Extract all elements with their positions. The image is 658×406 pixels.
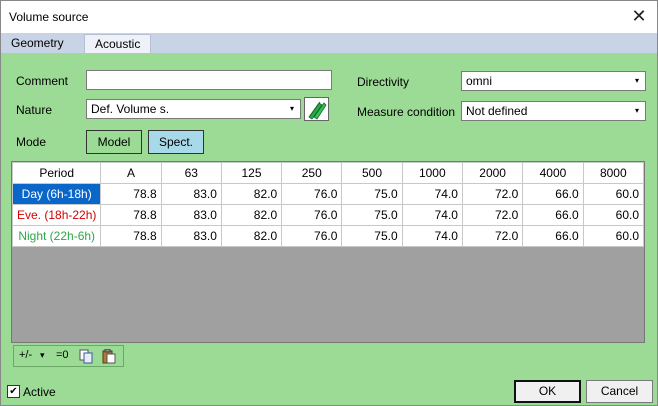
paste-icon[interactable] <box>102 349 116 364</box>
dropdown-arrow-icon[interactable]: ▾ <box>284 100 300 118</box>
value-cell[interactable]: 66.0 <box>522 204 584 226</box>
grid-toolbar: +/- ▾ =0 <box>13 345 124 367</box>
table-row: Eve. (18h-22h) 78.8 83.0 82.0 76.0 75.0 … <box>11 204 645 226</box>
close-icon[interactable]: ✕ <box>629 6 649 26</box>
value-cell[interactable]: 78.8 <box>100 225 162 247</box>
measure-condition-value: Not defined <box>466 104 528 118</box>
column-header[interactable]: 500 <box>341 162 403 184</box>
value-cell[interactable]: 74.0 <box>401 204 463 226</box>
tab-bar: Geometry Acoustic <box>1 33 657 53</box>
measure-condition-select[interactable]: Not defined ▾ <box>461 101 646 121</box>
column-header[interactable]: 2000 <box>461 162 524 184</box>
period-cell-night[interactable]: Night (22h-6h) <box>11 225 102 247</box>
volume-source-dialog: Volume source ✕ Geometry Acoustic Commen… <box>0 0 658 406</box>
value-cell[interactable]: 72.0 <box>461 183 524 205</box>
table-row: Night (22h-6h) 78.8 83.0 82.0 76.0 75.0 … <box>11 225 645 247</box>
nature-edit-button[interactable] <box>304 97 329 121</box>
tab-acoustic[interactable]: Acoustic <box>84 34 152 53</box>
mode-spect-button[interactable]: Spect. <box>148 130 204 154</box>
value-cell[interactable]: 82.0 <box>220 225 283 247</box>
tab-geometry[interactable]: Geometry <box>1 34 74 53</box>
dropdown-arrow-icon[interactable]: ▾ <box>629 72 645 90</box>
value-cell[interactable]: 75.0 <box>341 225 403 247</box>
value-cell[interactable]: 66.0 <box>522 225 584 247</box>
column-header[interactable]: 4000 <box>522 162 584 184</box>
value-cell[interactable]: 82.0 <box>220 204 283 226</box>
value-cell[interactable]: 75.0 <box>341 204 403 226</box>
period-cell-day[interactable]: Day (6h-18h) <box>11 183 102 205</box>
dropdown-arrow-icon[interactable]: ▾ <box>40 350 45 361</box>
plus-minus-button[interactable]: +/- <box>19 349 32 361</box>
nature-value: Def. Volume s. <box>91 102 170 116</box>
table-row: Day (6h-18h) 78.8 83.0 82.0 76.0 75.0 74… <box>11 183 645 205</box>
nature-edit-icon <box>308 101 327 120</box>
value-cell[interactable]: 74.0 <box>401 225 463 247</box>
comment-label: Comment <box>16 74 69 88</box>
column-header[interactable]: 8000 <box>582 162 645 184</box>
value-cell[interactable]: 78.8 <box>100 183 162 205</box>
column-header[interactable]: A <box>100 162 162 184</box>
value-cell[interactable]: 72.0 <box>461 204 524 226</box>
column-header[interactable]: 125 <box>220 162 283 184</box>
value-cell[interactable]: 76.0 <box>281 183 343 205</box>
mode-model-button[interactable]: Model <box>86 130 142 154</box>
value-cell[interactable]: 66.0 <box>522 183 584 205</box>
window-title: Volume source <box>9 10 89 24</box>
value-cell[interactable]: 60.0 <box>582 225 645 247</box>
value-cell[interactable]: 76.0 <box>281 225 343 247</box>
spectrum-grid: Period A 63 125 250 500 1000 2000 4000 8… <box>11 161 645 343</box>
column-header[interactable]: 250 <box>281 162 343 184</box>
nature-label: Nature <box>16 103 53 117</box>
title-bar: Volume source ✕ <box>1 1 657 33</box>
value-cell[interactable]: 60.0 <box>582 183 645 205</box>
set-zero-button[interactable]: =0 <box>56 349 69 361</box>
active-label: Active <box>23 385 56 399</box>
value-cell[interactable]: 78.8 <box>100 204 162 226</box>
table-header-row: Period A 63 125 250 500 1000 2000 4000 8… <box>11 162 645 184</box>
column-header[interactable]: 63 <box>160 162 222 184</box>
mode-label: Mode <box>16 135 47 149</box>
cancel-button[interactable]: Cancel <box>586 380 653 403</box>
value-cell[interactable]: 83.0 <box>160 204 222 226</box>
value-cell[interactable]: 83.0 <box>160 225 222 247</box>
nature-select[interactable]: Def. Volume s. ▾ <box>86 99 301 119</box>
dropdown-arrow-icon[interactable]: ▾ <box>629 102 645 120</box>
spectrum-table: Period A 63 125 250 500 1000 2000 4000 8… <box>11 162 645 247</box>
value-cell[interactable]: 76.0 <box>281 204 343 226</box>
directivity-label: Directivity <box>357 75 410 89</box>
column-header[interactable]: Period <box>11 162 102 184</box>
measure-condition-label: Measure condition <box>357 105 456 119</box>
period-cell-evening[interactable]: Eve. (18h-22h) <box>11 204 102 226</box>
value-cell[interactable]: 60.0 <box>582 204 645 226</box>
value-cell[interactable]: 75.0 <box>341 183 403 205</box>
column-header[interactable]: 1000 <box>401 162 463 184</box>
value-cell[interactable]: 74.0 <box>401 183 463 205</box>
ok-button[interactable]: OK <box>514 380 581 403</box>
copy-icon[interactable] <box>79 349 93 364</box>
comment-input[interactable] <box>86 70 332 90</box>
value-cell[interactable]: 72.0 <box>461 225 524 247</box>
directivity-value: omni <box>466 74 493 88</box>
value-cell[interactable]: 83.0 <box>160 183 222 205</box>
directivity-select[interactable]: omni ▾ <box>461 71 646 91</box>
active-checkbox[interactable]: ✔ <box>7 385 20 398</box>
value-cell[interactable]: 82.0 <box>220 183 283 205</box>
checkbox-check-icon: ✔ <box>9 386 18 397</box>
